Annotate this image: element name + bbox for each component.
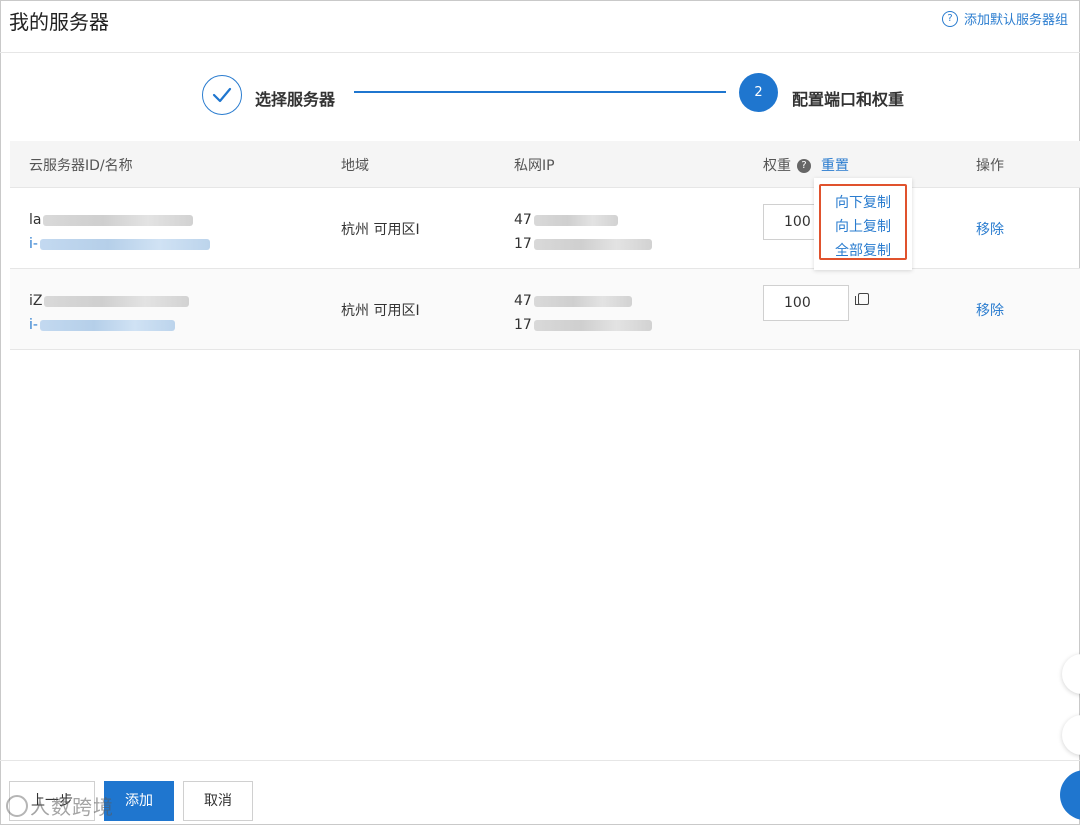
redacted-name (44, 295, 190, 307)
col-region: 地域 (341, 158, 369, 174)
reset-weight-link[interactable]: 重置 (821, 158, 849, 174)
public-ip: 47 (514, 293, 532, 309)
watermark: 人数跨境 (6, 791, 114, 820)
redacted-ip (533, 214, 618, 226)
col-action: 操作 (976, 158, 1004, 174)
server-id-link[interactable]: i- (29, 232, 38, 256)
remove-link[interactable]: 移除 (976, 300, 1004, 320)
add-default-group-link[interactable]: ? 添加默认服务器组 (941, 9, 1068, 28)
dialog-header: 我的服务器 ? 添加默认服务器组 (0, 0, 1080, 53)
region-cell: 杭州 可用区I (341, 303, 420, 319)
server-id-link[interactable]: i- (29, 313, 38, 337)
server-name: la (29, 212, 42, 228)
region-cell: 杭州 可用区I (341, 222, 420, 238)
redacted-id (39, 319, 175, 331)
help-icon[interactable]: ? (797, 159, 811, 173)
private-ip: 17 (514, 317, 532, 333)
table-row: iZ i- 杭州 可用区I 47 17 100 移除 (10, 268, 1080, 350)
step-indicator: 选择服务器 2 配置端口和权重 (0, 70, 1080, 120)
redacted-ip (533, 319, 652, 331)
private-ip: 17 (514, 236, 532, 252)
redacted-ip (533, 295, 632, 307)
dialog-frame (0, 0, 1080, 825)
ip-cell: 47 17 (514, 208, 652, 256)
copy-all-item[interactable]: 全部复制 (835, 240, 891, 260)
cancel-button[interactable]: 取消 (183, 781, 253, 821)
dialog-footer: 上一步 添加 取消 人数跨境 (0, 760, 1080, 826)
col-ip: 私网IP (514, 158, 555, 174)
step-2-label: 配置端口和权重 (792, 90, 905, 109)
server-name-cell: iZ i- (29, 289, 190, 337)
table-header: 云服务器ID/名称 地域 私网IP 权重? 重置 操作 (10, 141, 1080, 187)
table-row: la i- 杭州 可用区I 47 17 100 移除 (10, 187, 1080, 268)
server-name-cell: la i- (29, 208, 210, 256)
weight-input[interactable]: 100 (763, 285, 849, 321)
redacted-ip (533, 238, 652, 250)
page-title: 我的服务器 (9, 10, 109, 34)
watermark-text: 人数跨境 (30, 795, 114, 819)
col-weight: 权重? 重置 (763, 155, 849, 175)
col-weight-label: 权重 (763, 158, 791, 174)
step-1-label: 选择服务器 (255, 90, 336, 109)
step-connector (354, 91, 726, 93)
col-name: 云服务器ID/名称 (29, 158, 133, 174)
redacted-id (39, 238, 210, 250)
ip-cell: 47 17 (514, 289, 652, 337)
step-1-circle (202, 75, 242, 115)
step-2-circle: 2 (739, 73, 778, 112)
question-circle-icon: ? (941, 10, 958, 27)
copy-up-item[interactable]: 向上复制 (835, 216, 891, 236)
add-button[interactable]: 添加 (104, 781, 174, 821)
copy-weight-menu: 向下复制 向上复制 全部复制 (814, 178, 912, 270)
check-icon (212, 87, 232, 103)
redacted-name (43, 214, 194, 226)
copy-icon[interactable] (855, 293, 869, 305)
add-default-group-label: 添加默认服务器组 (963, 13, 1068, 28)
watermark-logo-icon (6, 794, 28, 817)
copy-down-item[interactable]: 向下复制 (835, 192, 891, 212)
server-name: iZ (29, 293, 43, 309)
remove-link[interactable]: 移除 (976, 219, 1004, 239)
server-table: 云服务器ID/名称 地域 私网IP 权重? 重置 操作 la i- 杭州 可用区I… (10, 141, 1080, 350)
public-ip: 47 (514, 212, 532, 228)
